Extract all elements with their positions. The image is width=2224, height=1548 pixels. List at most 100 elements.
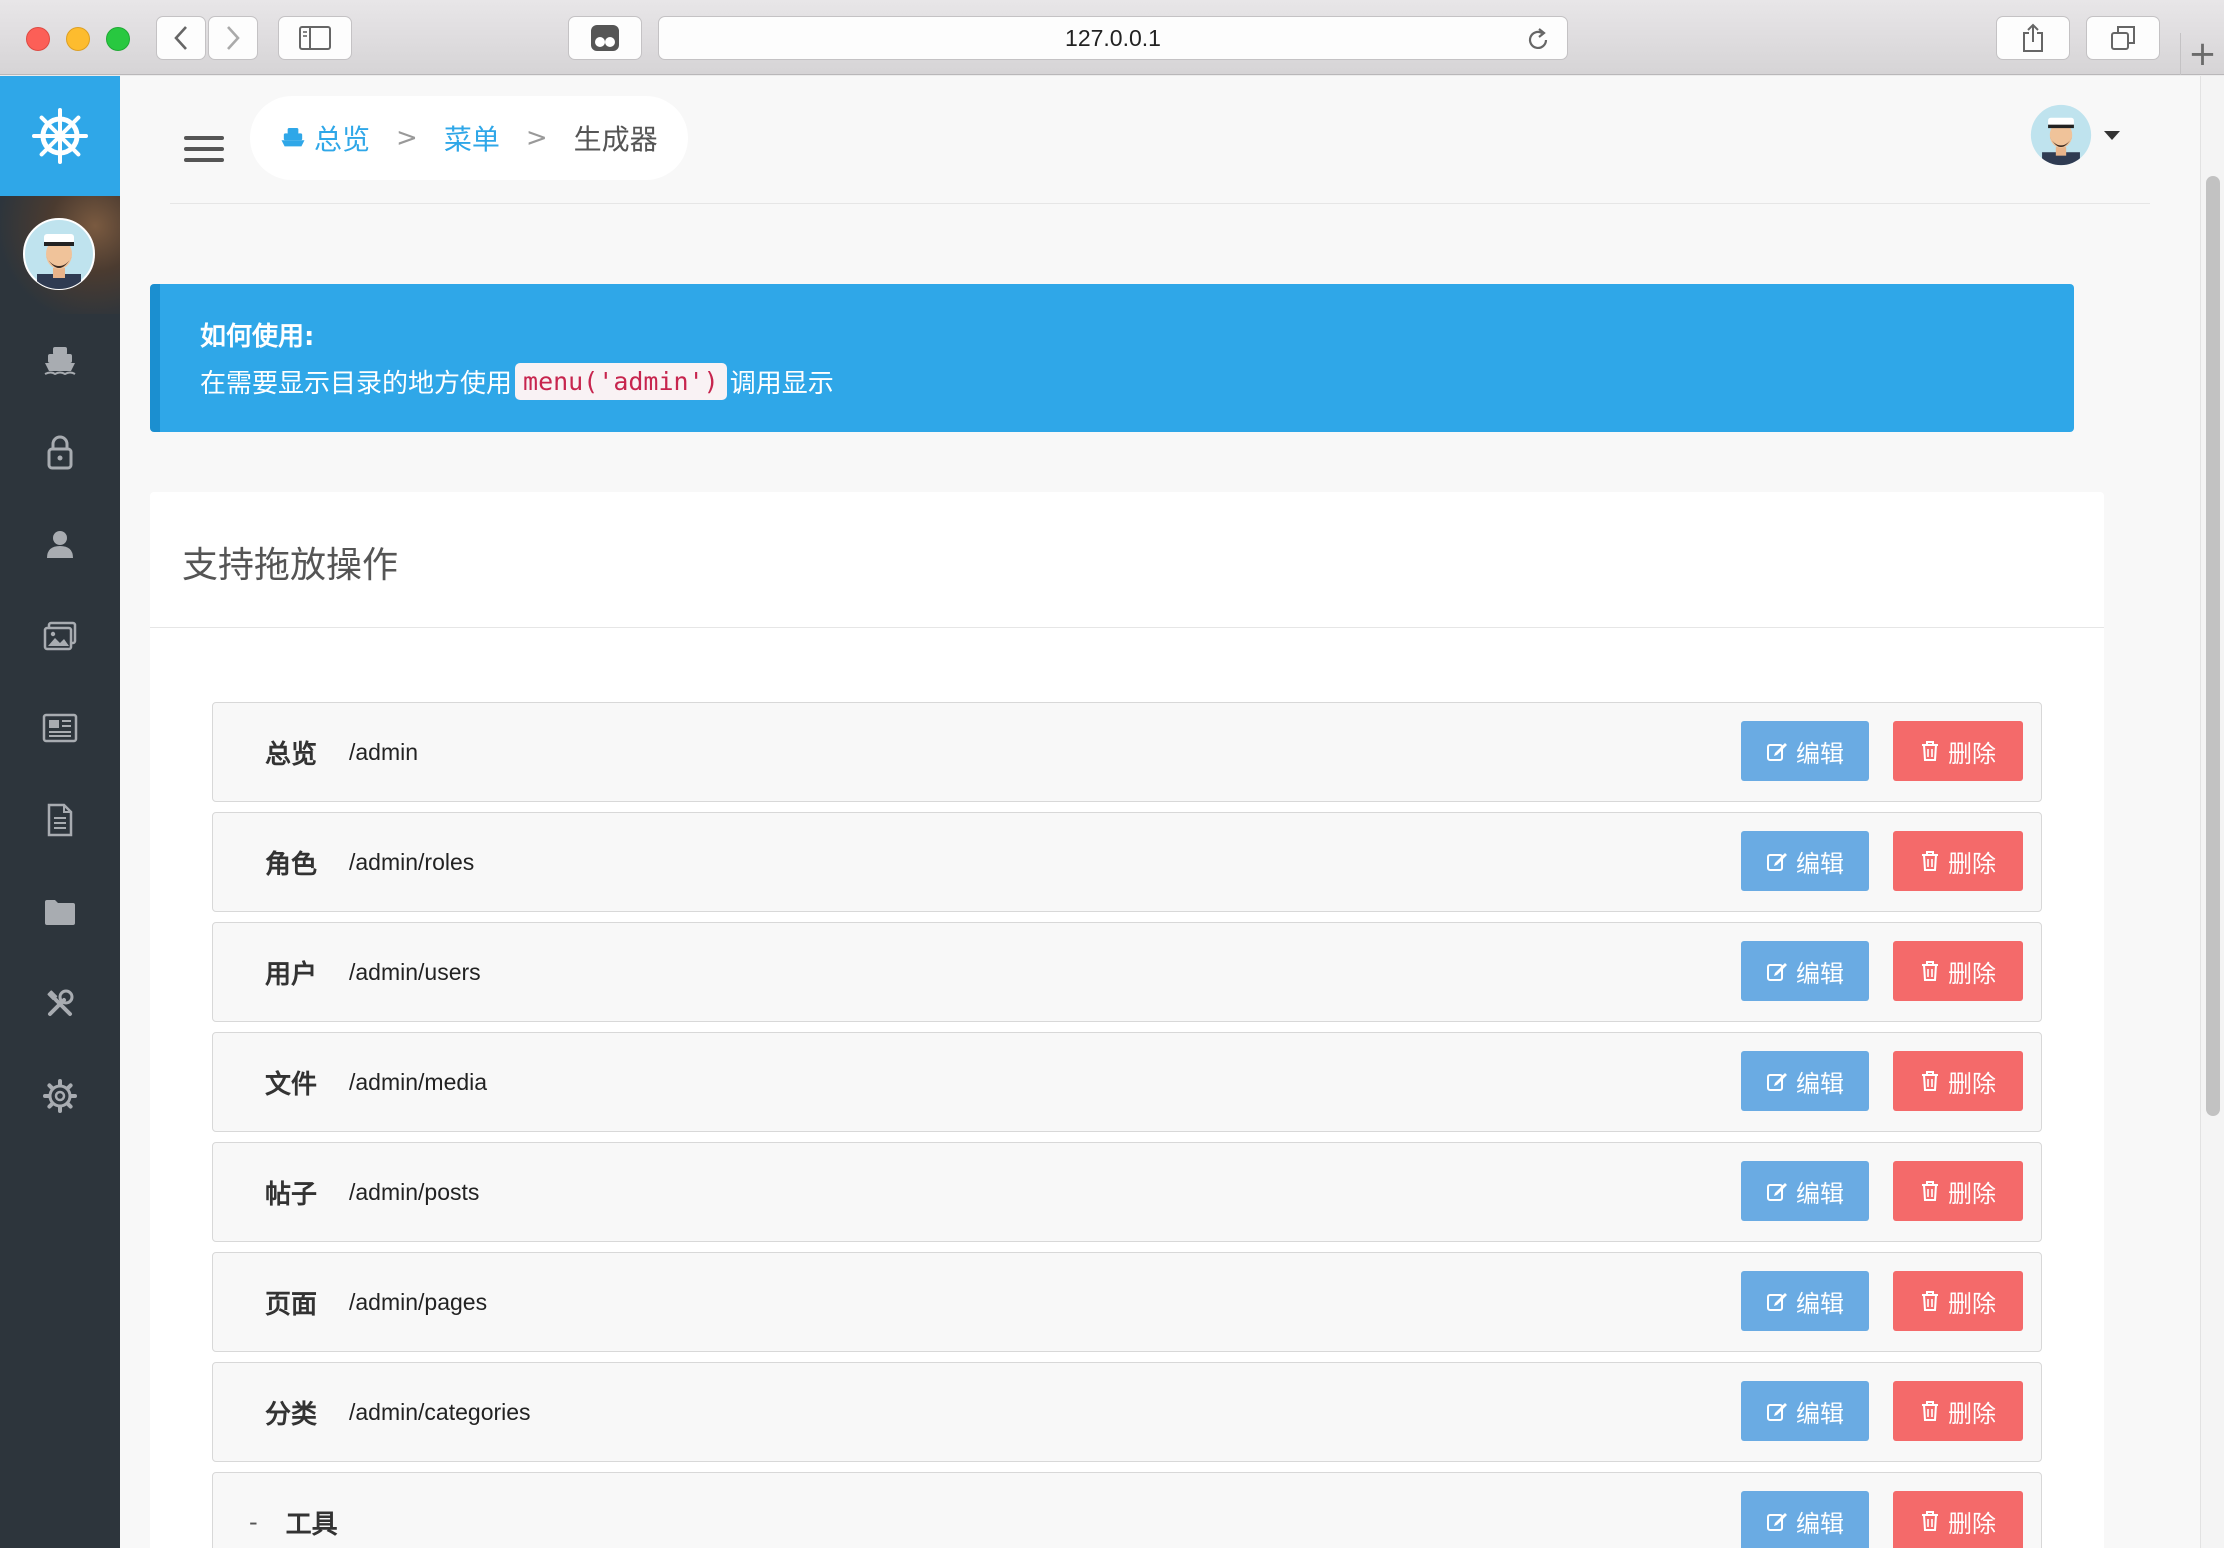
delete-button[interactable]: 删除 (1893, 1051, 2023, 1111)
menu-item-title: 总览 (265, 739, 318, 770)
url-text: 127.0.0.1 (1065, 25, 1161, 51)
delete-button[interactable]: 删除 (1893, 721, 2023, 781)
edit-button-label: 编辑 (1796, 960, 1844, 988)
breadcrumb-menu[interactable]: 菜单 (444, 118, 500, 158)
delete-button-label: 删除 (1948, 850, 1996, 878)
main-content: 总览 > 菜单 > 生成器 如何使用: 在需要显示目录的地方使用 menu('a… (120, 76, 2200, 1548)
edit-icon (1767, 1513, 1787, 1531)
user-menu[interactable] (2030, 104, 2120, 166)
edit-button[interactable]: 编辑 (1741, 1381, 1869, 1441)
delete-button[interactable]: 删除 (1893, 1161, 2023, 1221)
edit-button-label: 编辑 (1796, 1180, 1844, 1208)
chevron-left-icon (174, 26, 187, 50)
alert-body: 在需要显示目录的地方使用 menu('admin') 调用显示 (200, 363, 2074, 400)
extension-button[interactable] (568, 16, 642, 60)
trash-icon (1922, 1071, 1938, 1091)
delete-button-label: 删除 (1948, 1400, 1996, 1428)
edit-button[interactable]: 编辑 (1741, 1271, 1869, 1331)
sidebar-icon (299, 26, 331, 50)
sidebar-item-roles[interactable] (0, 406, 120, 498)
menu-item-title: 帖子 (265, 1179, 318, 1210)
menu-item-row[interactable]: 帖子/admin/posts 编辑 删除 (212, 1142, 2042, 1242)
delete-button-label: 删除 (1948, 1180, 1996, 1208)
forward-button[interactable] (208, 16, 258, 60)
menu-item-row[interactable]: 页面/admin/pages 编辑 删除 (212, 1252, 2042, 1352)
sidebar-item-users[interactable] (0, 498, 120, 590)
logo[interactable] (0, 76, 120, 196)
browser-toolbar: 127.0.0.1 + (0, 0, 2224, 75)
edit-icon (1767, 1073, 1787, 1091)
delete-button[interactable]: 删除 (1893, 1381, 2023, 1441)
edit-button-label: 编辑 (1796, 1510, 1844, 1538)
reload-icon[interactable] (1525, 27, 1551, 53)
menu-item-title: 工具 (285, 1509, 338, 1540)
avatar (23, 218, 95, 290)
menu-item-row[interactable]: 文件/admin/media 编辑 删除 (212, 1032, 2042, 1132)
collapse-toggle[interactable]: - (249, 1508, 258, 1536)
menu-item-title: 用户 (265, 959, 318, 990)
menu-item-title: 角色 (265, 849, 318, 880)
alert-prefix: 在需要显示目录的地方使用 (200, 369, 513, 399)
gear-icon (43, 1079, 77, 1113)
menu-item-row[interactable]: - 工具 编辑 删除 (212, 1472, 2042, 1548)
delete-button[interactable]: 删除 (1893, 1491, 2023, 1548)
trash-icon (1922, 1511, 1938, 1531)
menu-item-title: 分类 (265, 1399, 318, 1430)
delete-button[interactable]: 删除 (1893, 1271, 2023, 1331)
breadcrumb-home[interactable]: 总览 (280, 118, 370, 158)
menu-item-row[interactable]: 用户/admin/users 编辑 删除 (212, 922, 2042, 1022)
menu-item-row[interactable]: 总览/admin 编辑 删除 (212, 702, 2042, 802)
menu-item-title: 文件 (265, 1069, 318, 1100)
menu-item-url: /admin/pages (349, 1288, 488, 1315)
top-navbar: 总览 > 菜单 > 生成器 (170, 96, 2150, 204)
delete-button-label: 删除 (1948, 1070, 1996, 1098)
menu-item-url: /admin/roles (349, 848, 475, 875)
sidebar-item-settings[interactable] (0, 1050, 120, 1142)
edit-button[interactable]: 编辑 (1741, 1161, 1869, 1221)
sidebar-item-dashboard[interactable] (0, 314, 120, 406)
ship-wheel-icon (32, 108, 88, 164)
sidebar-item-posts[interactable] (0, 682, 120, 774)
user-icon (47, 531, 73, 558)
alert-title: 如何使用: (200, 322, 315, 352)
edit-button-label: 编辑 (1796, 850, 1844, 878)
edit-button-label: 编辑 (1796, 1400, 1844, 1428)
trash-icon (1922, 741, 1938, 761)
edit-button[interactable]: 编辑 (1741, 1051, 1869, 1111)
menu-item-url: /admin/posts (349, 1178, 480, 1205)
sidebar-item-categories[interactable] (0, 866, 120, 958)
sidebar-item-media[interactable] (0, 590, 120, 682)
menu-item-list: 总览/admin 编辑 删除 角色/admin/roles 编辑 删除 用户/admin/u… (212, 702, 2042, 1548)
edit-button[interactable]: 编辑 (1741, 831, 1869, 891)
sidebar-toggle-button[interactable] (278, 16, 352, 60)
edit-button[interactable]: 编辑 (1741, 721, 1869, 781)
new-tab-button[interactable]: + (2180, 33, 2224, 75)
edit-button[interactable]: 编辑 (1741, 941, 1869, 1001)
back-button[interactable] (156, 16, 206, 60)
share-button[interactable] (1996, 16, 2070, 60)
hamburger-menu-icon[interactable] (184, 136, 224, 164)
minimize-window-button[interactable] (66, 27, 90, 51)
breadcrumb: 总览 > 菜单 > 生成器 (250, 96, 688, 180)
menu-item-title: 页面 (265, 1289, 318, 1320)
sidebar-item-tools[interactable] (0, 958, 120, 1050)
sidebar (0, 76, 120, 1548)
delete-button[interactable]: 删除 (1893, 941, 2023, 1001)
sidebar-item-pages[interactable] (0, 774, 120, 866)
scrollbar[interactable] (2200, 76, 2224, 1548)
address-bar[interactable]: 127.0.0.1 (658, 16, 1568, 60)
scrollbar-thumb[interactable] (2206, 176, 2220, 1116)
sidebar-profile[interactable] (0, 196, 120, 314)
caret-down-icon (2104, 130, 2120, 140)
delete-button-label: 删除 (1948, 960, 1996, 988)
tabs-overview-button[interactable] (2086, 16, 2160, 60)
delete-button[interactable]: 删除 (1893, 831, 2023, 891)
zoom-window-button[interactable] (106, 27, 130, 51)
edit-button[interactable]: 编辑 (1741, 1491, 1869, 1548)
menu-item-row[interactable]: 分类/admin/categories 编辑 删除 (212, 1362, 2042, 1462)
close-window-button[interactable] (26, 27, 50, 51)
menu-item-row[interactable]: 角色/admin/roles 编辑 删除 (212, 812, 2042, 912)
delete-button-label: 删除 (1948, 740, 1996, 768)
lock-icon (47, 435, 73, 470)
delete-button-label: 删除 (1948, 1510, 1996, 1538)
